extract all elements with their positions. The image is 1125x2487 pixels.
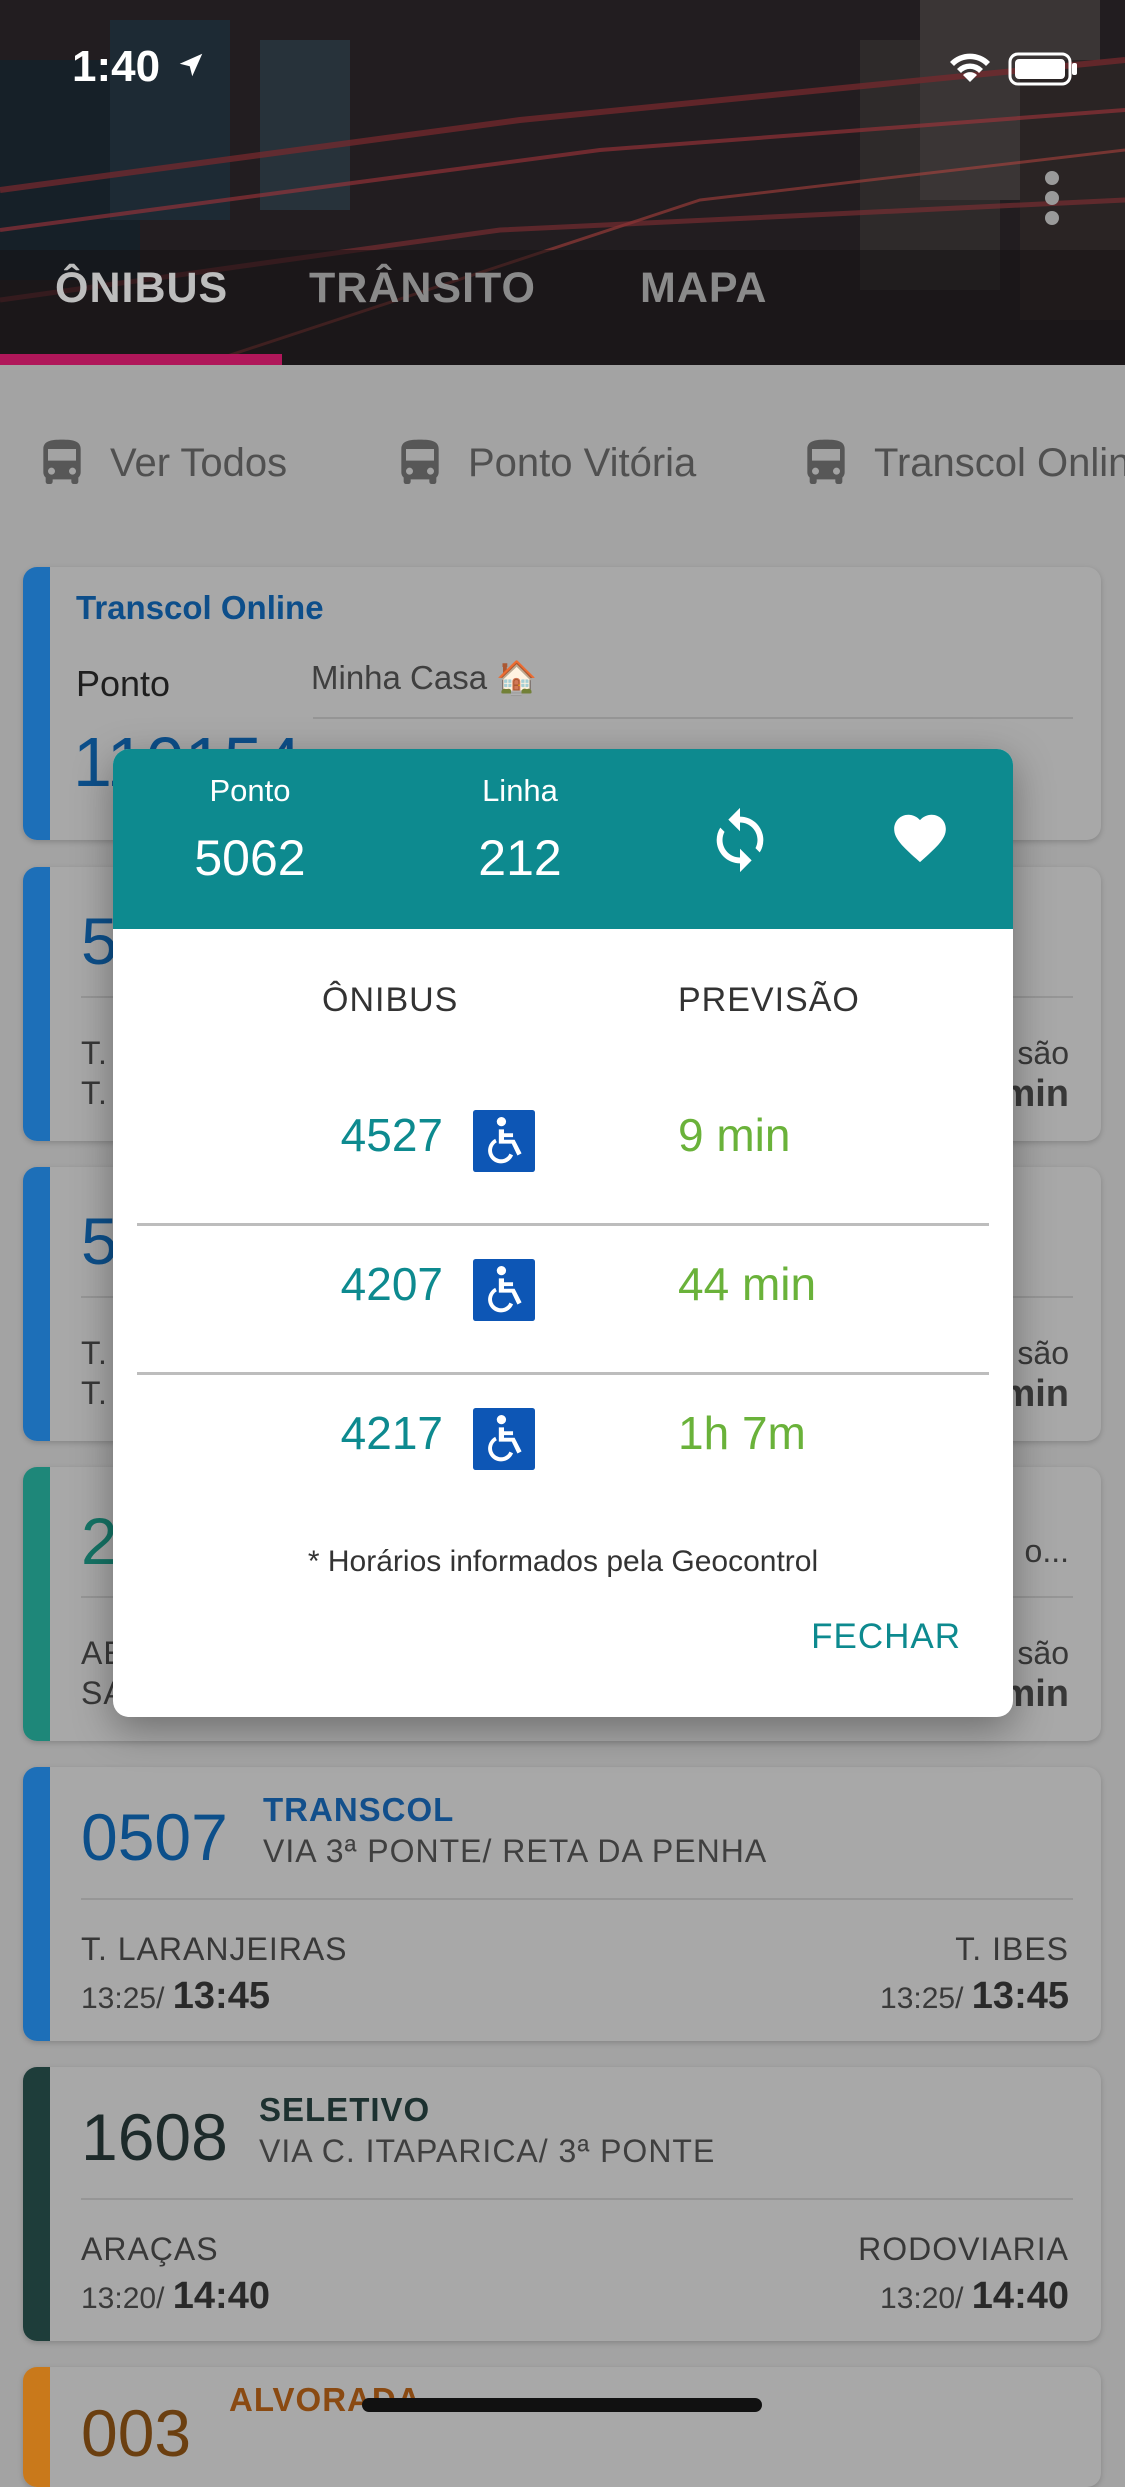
eta-value: 1h 7m: [678, 1407, 806, 1459]
dialog-header: Ponto 5062 Linha 212: [113, 749, 1013, 929]
linha-label: Linha: [482, 773, 558, 808]
eta-value: 9 min: [678, 1109, 791, 1161]
prediction-row: 4527 9 min: [113, 1076, 1013, 1224]
bus-number: 4207: [340, 1258, 443, 1310]
wheelchair-accessible-icon: [473, 1259, 535, 1321]
column-header-onibus: ÔNIBUS: [322, 981, 459, 1019]
eta-value: 44 min: [678, 1258, 817, 1310]
bus-number: 4527: [340, 1109, 443, 1161]
wheelchair-accessible-icon: [473, 1110, 535, 1172]
refresh-icon[interactable]: [705, 805, 775, 875]
data-source-note: * Horários informados pela Geocontrol: [307, 1545, 819, 1578]
favorite-heart-icon[interactable]: [889, 807, 951, 869]
ponto-label: Ponto: [209, 773, 291, 808]
ponto-value: 5062: [194, 830, 306, 886]
arrival-prediction-dialog: Ponto 5062 Linha 212 ÔNIBUS PREVISÃO 452…: [113, 749, 1013, 1717]
linha-value: 212: [478, 830, 562, 886]
home-indicator[interactable]: [362, 2398, 762, 2412]
close-button[interactable]: FECHAR: [811, 1617, 961, 1657]
bus-number: 4217: [340, 1407, 443, 1459]
column-header-previsao: PREVISÃO: [678, 981, 860, 1019]
prediction-row: 4207 44 min: [113, 1225, 1013, 1373]
wheelchair-accessible-icon: [473, 1408, 535, 1470]
prediction-row: 4217 1h 7m: [113, 1374, 1013, 1522]
